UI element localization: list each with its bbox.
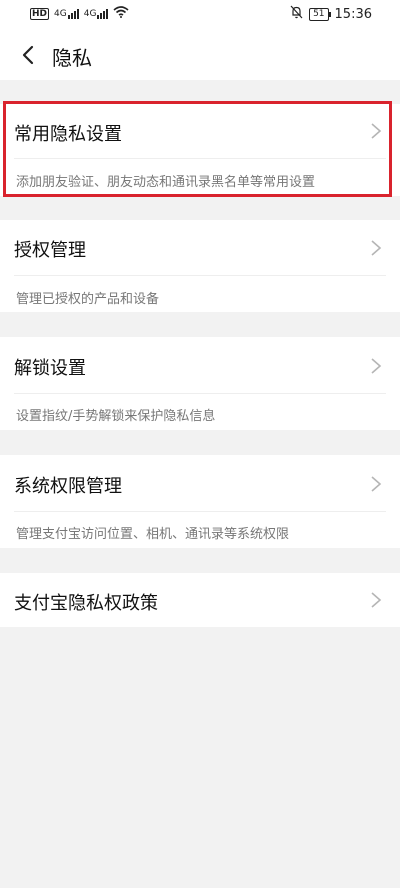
status-left: HD 4G 4G — [30, 6, 129, 22]
item-description: 添加朋友验证、朋友动态和通讯录黑名单等常用设置 — [16, 175, 316, 190]
app-header: 隐私 — [0, 28, 400, 80]
privacy-item-authorization[interactable]: 授权管理 管理已授权的产品和设备 — [0, 220, 400, 312]
signal-icon: 4G — [54, 9, 79, 19]
wifi-icon — [113, 6, 129, 22]
hd-badge: HD — [30, 8, 50, 20]
privacy-item-unlock[interactable]: 解锁设置 设置指纹/手势解锁来保护隐私信息 — [0, 337, 400, 430]
item-label: 授权管理 — [14, 240, 86, 261]
item-label: 支付宝隐私权政策 — [14, 593, 158, 614]
chevron-right-icon — [370, 122, 382, 140]
divider — [14, 511, 386, 512]
privacy-item-policy[interactable]: 支付宝隐私权政策 — [0, 573, 400, 627]
network-type-2: 4G — [83, 9, 97, 19]
chevron-right-icon — [370, 239, 382, 257]
item-label: 解锁设置 — [14, 358, 86, 379]
item-label: 系统权限管理 — [14, 476, 122, 497]
chevron-right-icon — [370, 357, 382, 375]
network-type-1: 4G — [54, 9, 67, 19]
signal-icon-2: 4G — [84, 9, 109, 19]
item-description: 管理支付宝访问位置、相机、通讯录等系统权限 — [16, 527, 290, 542]
status-right: 51 15:36 — [290, 5, 372, 23]
bell-off-icon — [290, 5, 303, 23]
battery-indicator: 51 — [309, 7, 332, 21]
item-label: 常用隐私设置 — [14, 124, 122, 145]
divider — [14, 158, 386, 159]
chevron-right-icon — [370, 475, 382, 493]
item-description: 管理已授权的产品和设备 — [16, 292, 160, 307]
privacy-item-system-permissions[interactable]: 系统权限管理 管理支付宝访问位置、相机、通讯录等系统权限 — [0, 455, 400, 548]
divider — [14, 275, 386, 276]
page-title: 隐私 — [52, 46, 92, 70]
item-description: 设置指纹/手势解锁来保护隐私信息 — [16, 409, 216, 424]
status-bar: HD 4G 4G 51 15:36 — [0, 0, 400, 28]
clock: 15:36 — [334, 6, 372, 22]
chevron-left-icon[interactable] — [18, 44, 40, 66]
chevron-right-icon — [370, 591, 382, 609]
divider — [14, 393, 386, 394]
privacy-item-common-settings[interactable]: 常用隐私设置 添加朋友验证、朋友动态和通讯录黑名单等常用设置 — [0, 104, 400, 196]
